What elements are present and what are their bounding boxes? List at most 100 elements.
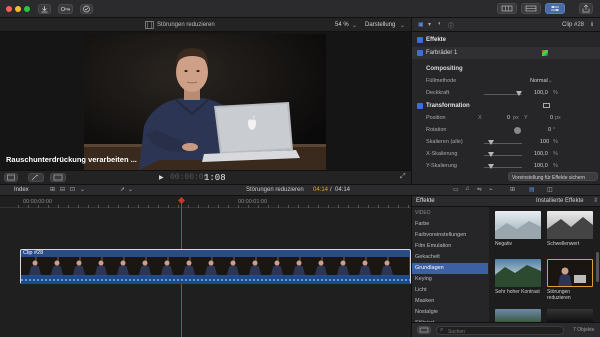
position-y-value[interactable]: 0 xyxy=(550,115,553,121)
timeline-toolbar: Index ⊞ ⊟ ⊡ ⌄ ➚ ⌄ Störungen reduzieren 0… xyxy=(0,184,600,196)
share-icon xyxy=(582,4,590,13)
effect-category-item[interactable]: Nostalgie xyxy=(412,307,488,318)
video-browser-icon[interactable]: ⊞ xyxy=(510,186,515,193)
zoom-level-menu[interactable]: 54 % xyxy=(335,22,349,28)
timeline-ruler[interactable]: 00:00:00:00 00:00:01:00 xyxy=(0,196,411,208)
clip-appearance-icon[interactable]: ▭ xyxy=(453,186,459,193)
view-options-menu[interactable]: Darstellung xyxy=(365,22,395,28)
effects-browser-icon[interactable]: ▤ xyxy=(529,186,535,193)
film-icon[interactable]: ▣ xyxy=(418,21,424,28)
thumbnail-scrollbar[interactable] xyxy=(596,252,599,282)
play-icon[interactable]: ▶ xyxy=(159,174,164,181)
color-icon[interactable]: ◐ xyxy=(438,21,442,27)
save-effects-preset-label: Voreinstellung für Effekte sichern xyxy=(512,174,586,181)
cursor-tool-icon[interactable]: ➚ xyxy=(120,186,125,193)
position-label: Position xyxy=(426,115,446,121)
opacity-slider-thumb[interactable] xyxy=(516,91,522,96)
transitions-browser-icon[interactable]: ◫ xyxy=(547,186,553,193)
save-effects-preset-button[interactable]: Voreinstellung für Effekte sichern xyxy=(508,172,598,181)
timecode-prefix: 00:00:00 xyxy=(170,173,209,182)
installed-effects-menu[interactable]: Installierte Effekte xyxy=(536,198,584,204)
view-settings-button[interactable] xyxy=(4,173,18,182)
keywords-button[interactable] xyxy=(58,4,73,14)
scale-x-row: X-Skalierung 100,0 % xyxy=(412,149,600,161)
headphones-icon[interactable]: ♫ xyxy=(465,186,470,192)
magic-wand-icon xyxy=(31,174,39,181)
enhance-button[interactable] xyxy=(28,173,44,182)
negative-preview-image xyxy=(495,221,541,239)
transform-button[interactable] xyxy=(50,173,66,182)
opacity-value[interactable]: 100,0 xyxy=(534,90,548,96)
effects-checkbox[interactable] xyxy=(417,37,423,43)
effects-category-list: VIDEO Farbe Farbvoreinstellungen Film Emul… xyxy=(412,207,489,326)
library-browser-toggle[interactable] xyxy=(497,3,517,14)
scale-y-slider-thumb[interactable] xyxy=(488,164,494,169)
scale-x-value[interactable]: 100,0 xyxy=(534,151,548,157)
effect-category-item[interactable]: Film Emulation xyxy=(412,241,488,252)
chevron-down-icon: ⌄ xyxy=(548,78,553,84)
effect-label-negativ: Negativ xyxy=(495,241,512,247)
effect-thumbnail-sehr-hoher-kontrast[interactable] xyxy=(495,259,541,287)
rotation-value[interactable]: 0 xyxy=(548,127,551,133)
video-frame[interactable] xyxy=(84,34,326,170)
scale-all-slider-thumb[interactable] xyxy=(488,140,494,145)
effect-thumbnail-stoerungen-reduzieren[interactable] xyxy=(547,259,593,287)
effect-thumbnail-schwellenwert[interactable] xyxy=(547,211,593,239)
effect-category-item[interactable]: Farbvoreinstellungen xyxy=(412,230,488,241)
index-button[interactable]: Index xyxy=(14,187,29,193)
transform-checkbox[interactable] xyxy=(417,103,423,109)
color-wheels-icon[interactable] xyxy=(542,50,548,56)
effect-thumbnail-partial-1[interactable] xyxy=(495,309,541,322)
inspector-toggle[interactable] xyxy=(545,3,565,14)
effect-item-checkbox[interactable] xyxy=(417,50,423,56)
scale-all-unit: % xyxy=(553,139,558,145)
scale-y-value[interactable]: 100,0 xyxy=(534,163,548,169)
snapping-icon[interactable]: ⌁ xyxy=(489,186,493,193)
close-window-button[interactable] xyxy=(6,6,12,12)
crop-icon xyxy=(53,174,63,181)
effect-category-item[interactable]: Gekachelt xyxy=(412,252,488,263)
fullscreen-icon[interactable]: ⤢ xyxy=(400,173,406,181)
search-input[interactable]: ⌕ Suchen xyxy=(436,326,564,335)
timeline-clip[interactable]: Clip #28 xyxy=(20,249,411,284)
connect-clip-icon[interactable]: ⊞ xyxy=(50,186,55,193)
append-clip-icon[interactable]: ⊡ xyxy=(70,186,75,193)
video-section-label: VIDEO xyxy=(415,210,431,216)
position-x-value[interactable]: 0 xyxy=(507,115,510,121)
timeline-duration-separator: / xyxy=(330,187,332,193)
transform-overlay-icon[interactable] xyxy=(543,103,550,108)
effect-item[interactable]: Farbräder 1 xyxy=(412,47,600,59)
timeline-project-name: Störungen reduzieren xyxy=(246,187,304,193)
scale-x-slider-thumb[interactable] xyxy=(488,152,494,157)
minimize-window-button[interactable] xyxy=(15,6,21,12)
overwrite-clip-icon[interactable]: ⌄ xyxy=(80,186,85,193)
timeline-area[interactable]: 00:00:00:00 00:00:01:00 Clip #28 xyxy=(0,196,411,337)
chevron-down-icon: ⌄ xyxy=(400,23,406,29)
rotation-dial[interactable] xyxy=(514,127,521,134)
effect-category-item[interactable]: Licht xyxy=(412,285,488,296)
effect-thumbnail-negativ[interactable] xyxy=(495,211,541,239)
effect-category-item[interactable]: Masken xyxy=(412,296,488,307)
effects-tab[interactable]: Effekte xyxy=(416,198,435,204)
background-tasks-button[interactable] xyxy=(80,4,93,14)
timecode-display[interactable]: 1:08 xyxy=(204,173,226,183)
info-icon[interactable]: ⓘ xyxy=(448,21,454,30)
effect-category-item[interactable]: Keying xyxy=(412,274,488,285)
sidebar-toggle-button[interactable] xyxy=(417,326,431,334)
timeline-toggle[interactable] xyxy=(521,3,541,14)
skimming-icon[interactable]: ⇋ xyxy=(477,186,482,193)
main-toolbar xyxy=(0,0,600,18)
scale-all-value[interactable]: 100 xyxy=(540,139,549,145)
share-button[interactable] xyxy=(579,3,593,14)
scale-all-row: Skalieren (alle) 100 % xyxy=(412,137,600,149)
audio-icon[interactable]: ▾ xyxy=(428,21,431,28)
zoom-window-button[interactable] xyxy=(24,6,30,12)
film-clip-icon xyxy=(145,21,154,29)
blend-mode-value[interactable]: Normal xyxy=(530,78,548,84)
transform-section: Transformation xyxy=(412,101,600,113)
insert-clip-icon[interactable]: ⊟ xyxy=(60,186,65,193)
effect-category-item[interactable]: Grundlagen xyxy=(412,263,488,274)
effect-category-item[interactable]: Farbe xyxy=(412,219,488,230)
import-button[interactable] xyxy=(38,4,51,14)
effect-thumbnail-partial-2[interactable] xyxy=(547,309,593,322)
